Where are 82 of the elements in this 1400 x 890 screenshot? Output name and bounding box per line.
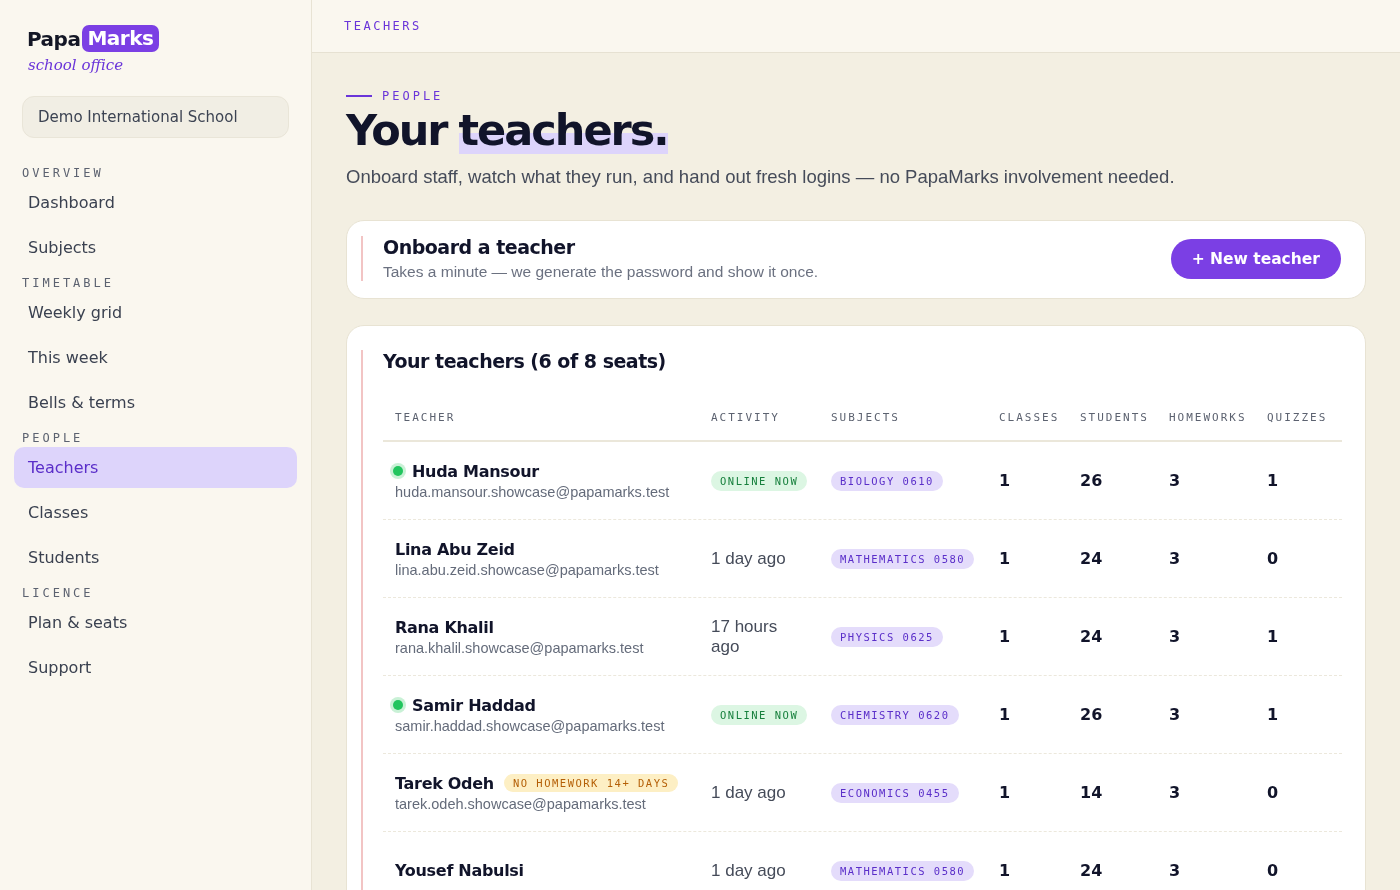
warning-badge: NO HOMEWORK 14+ DAYS: [503, 774, 679, 793]
table-cell: 0: [1267, 549, 1279, 569]
card-title: Your teachers (6 of 8 seats): [383, 350, 667, 373]
teacher-email: rana.khalil.showcase@papamarks.test: [395, 639, 645, 656]
page-subtitle: Onboard staff, watch what they run, and hand out fresh logins — no PapaMarks involvement needed.: [346, 166, 1176, 189]
column-header: SUBJECTS: [831, 411, 900, 425]
table-cell: 26: [1080, 471, 1103, 491]
table-cell: 14: [1080, 783, 1103, 803]
school-selector[interactable]: Demo International School: [22, 96, 289, 138]
nav-section-title: LICENCE: [22, 586, 94, 600]
column-header: CLASSES: [999, 411, 1060, 425]
logo-tagline: school office: [28, 56, 124, 74]
subject-tag: BIOLOGY 0610: [831, 470, 943, 491]
subject-tag: MATHEMATICS 0580: [831, 860, 975, 881]
table-cell: 1: [999, 705, 1011, 725]
nav-item[interactable]: Bells & terms: [14, 382, 297, 423]
subject-tag: PHYSICS 0625: [831, 626, 943, 647]
subject-tag: CHEMISTRY 0620: [831, 704, 959, 725]
card-text: Takes a minute — we generate the password and show it once.: [383, 263, 819, 282]
status-badge: ONLINE NOW: [711, 704, 808, 725]
table-cell: 1: [999, 627, 1011, 647]
column-header: ACTIVITY: [711, 411, 780, 425]
last-active: 1 day ago: [711, 782, 786, 803]
teacher-email: lina.abu.zeid.showcase@papamarks.test: [395, 561, 660, 578]
table-cell: 3: [1169, 549, 1181, 569]
teacher-email: huda.mansour.showcase@papamarks.test: [395, 483, 671, 500]
table-cell: 0: [1267, 861, 1279, 881]
table-cell: 3: [1169, 627, 1181, 647]
subject-tag: ECONOMICS 0455: [831, 782, 959, 803]
table-cell: 3: [1169, 705, 1181, 725]
last-active: 1 day ago: [711, 860, 786, 881]
nav-item[interactable]: Support: [14, 647, 297, 688]
nav-item[interactable]: Students: [14, 537, 297, 578]
page-eyebrow: PEOPLE: [382, 89, 444, 103]
teacher-email: tarek.odeh.showcase@papamarks.test: [395, 795, 647, 812]
teacher-name: Samir Haddad: [412, 695, 536, 715]
table-cell: 24: [1080, 861, 1103, 881]
breadcrumb: TEACHERS: [344, 19, 422, 33]
nav-section-title: OVERVIEW: [22, 166, 104, 180]
teacher-name: Tarek Odeh: [395, 773, 494, 793]
new-teacher-button[interactable]: + New teacher: [1170, 238, 1341, 279]
table-cell: 0: [1267, 783, 1279, 803]
table-cell: 3: [1169, 861, 1181, 881]
table-cell: 24: [1080, 549, 1103, 569]
table-cell: 1: [1267, 627, 1279, 647]
nav-item[interactable]: This week: [14, 337, 297, 378]
table-cell: 24: [1080, 627, 1103, 647]
table-cell: 1: [999, 783, 1011, 803]
nav-item[interactable]: Plan & seats: [14, 602, 297, 643]
teacher-name: Rana Khalil: [395, 617, 494, 637]
teacher-email: samir.haddad.showcase@papamarks.test: [395, 717, 666, 734]
teacher-name: Yousef Nabulsi: [395, 861, 524, 881]
column-header: TEACHER: [395, 411, 456, 425]
table-cell: 1: [999, 471, 1011, 491]
table-cell: 3: [1169, 783, 1181, 803]
table-cell: 1: [1267, 471, 1279, 491]
column-header: QUIZZES: [1267, 411, 1328, 425]
table-cell: 1: [999, 861, 1011, 881]
teacher-name: Huda Mansour: [412, 461, 539, 481]
logo-text: Papa: [27, 26, 81, 51]
teacher-name: Lina Abu Zeid: [395, 539, 515, 559]
nav-item[interactable]: Classes: [14, 492, 297, 533]
nav-section-title: PEOPLE: [22, 431, 84, 445]
card-title: Onboard a teacher: [383, 236, 576, 259]
column-header: HOMEWORKS: [1169, 411, 1247, 425]
table-cell: 1: [1267, 705, 1279, 725]
page-title: Your: [346, 107, 447, 155]
nav-item[interactable]: Dashboard: [14, 182, 297, 223]
last-active: 1 day ago: [711, 548, 786, 569]
nav-item[interactable]: Subjects: [14, 227, 297, 268]
table-cell: 26: [1080, 705, 1103, 725]
column-header: STUDENTS: [1080, 411, 1149, 425]
eyebrow-dash: [346, 95, 372, 97]
logo-badge: Marks: [82, 25, 160, 52]
table-cell: 1: [999, 549, 1011, 569]
table-cell: 3: [1169, 471, 1181, 491]
status-badge: ONLINE NOW: [711, 470, 808, 491]
subject-tag: MATHEMATICS 0580: [831, 548, 975, 569]
nav-section-title: TIMETABLE: [22, 276, 115, 290]
nav-item[interactable]: Teachers: [14, 447, 297, 488]
last-active: 17 hours ago: [711, 616, 779, 657]
nav-item[interactable]: Weekly grid: [14, 292, 297, 333]
